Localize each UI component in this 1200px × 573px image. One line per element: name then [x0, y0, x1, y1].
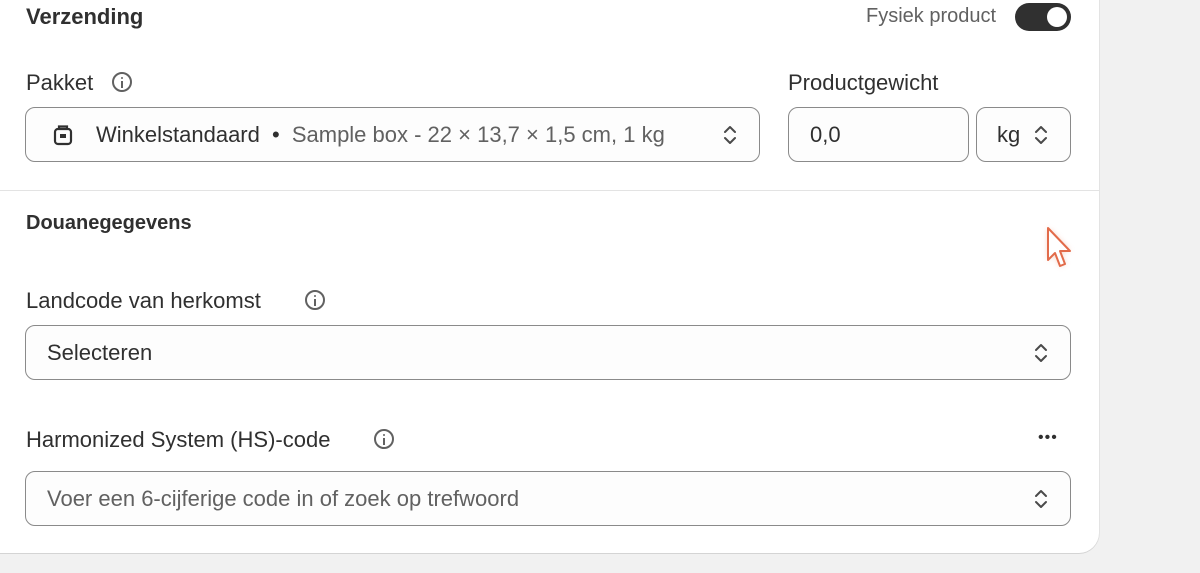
origin-label: Landcode van herkomst	[26, 288, 261, 313]
package-name: Winkelstandaard	[96, 121, 260, 147]
section-divider	[0, 190, 1099, 191]
unit-chevron-icon	[1035, 125, 1047, 144]
package-info-icon[interactable]	[112, 72, 132, 92]
weight-unit-select[interactable]: kg	[976, 107, 1071, 162]
more-actions-button[interactable]: •••	[1038, 429, 1058, 447]
hs-code-info-icon[interactable]	[374, 429, 394, 449]
hs-code-label: Harmonized System (HS)-code	[26, 427, 331, 452]
weight-input[interactable]: 0,0	[788, 107, 969, 162]
hs-code-placeholder: Voer een 6-cijferige code in of zoek op …	[47, 485, 520, 511]
package-box-icon	[53, 125, 73, 146]
hs-chevron-icon	[1035, 489, 1047, 508]
weight-label: Productgewicht	[788, 70, 939, 95]
package-select[interactable]: Winkelstandaard • Sample box - 22 × 13,7…	[25, 107, 760, 162]
package-separator: •	[272, 121, 280, 147]
select-chevron-icon	[724, 125, 736, 144]
package-select-value: Winkelstandaard • Sample box - 22 × 13,7…	[96, 122, 716, 148]
mouse-cursor-icon	[1047, 227, 1071, 267]
hs-code-input[interactable]: Voer een 6-cijferige code in of zoek op …	[25, 471, 1071, 526]
toggle-knob	[1047, 7, 1067, 27]
customs-title: Douanegegevens	[26, 212, 192, 234]
origin-country-select[interactable]: Selecteren	[25, 325, 1071, 380]
origin-info-icon[interactable]	[305, 290, 325, 310]
package-detail: Sample box - 22 × 13,7 × 1,5 cm, 1 kg	[291, 121, 665, 147]
weight-value: 0,0	[810, 121, 841, 147]
origin-chevron-icon	[1035, 343, 1047, 362]
weight-unit-value: kg	[997, 121, 1021, 147]
shipping-title: Verzending	[26, 4, 144, 29]
package-label: Pakket	[26, 70, 94, 95]
physical-product-toggle[interactable]	[1015, 3, 1071, 31]
physical-product-label: Fysiek product	[866, 5, 997, 27]
origin-select-placeholder: Selecteren	[47, 339, 153, 365]
